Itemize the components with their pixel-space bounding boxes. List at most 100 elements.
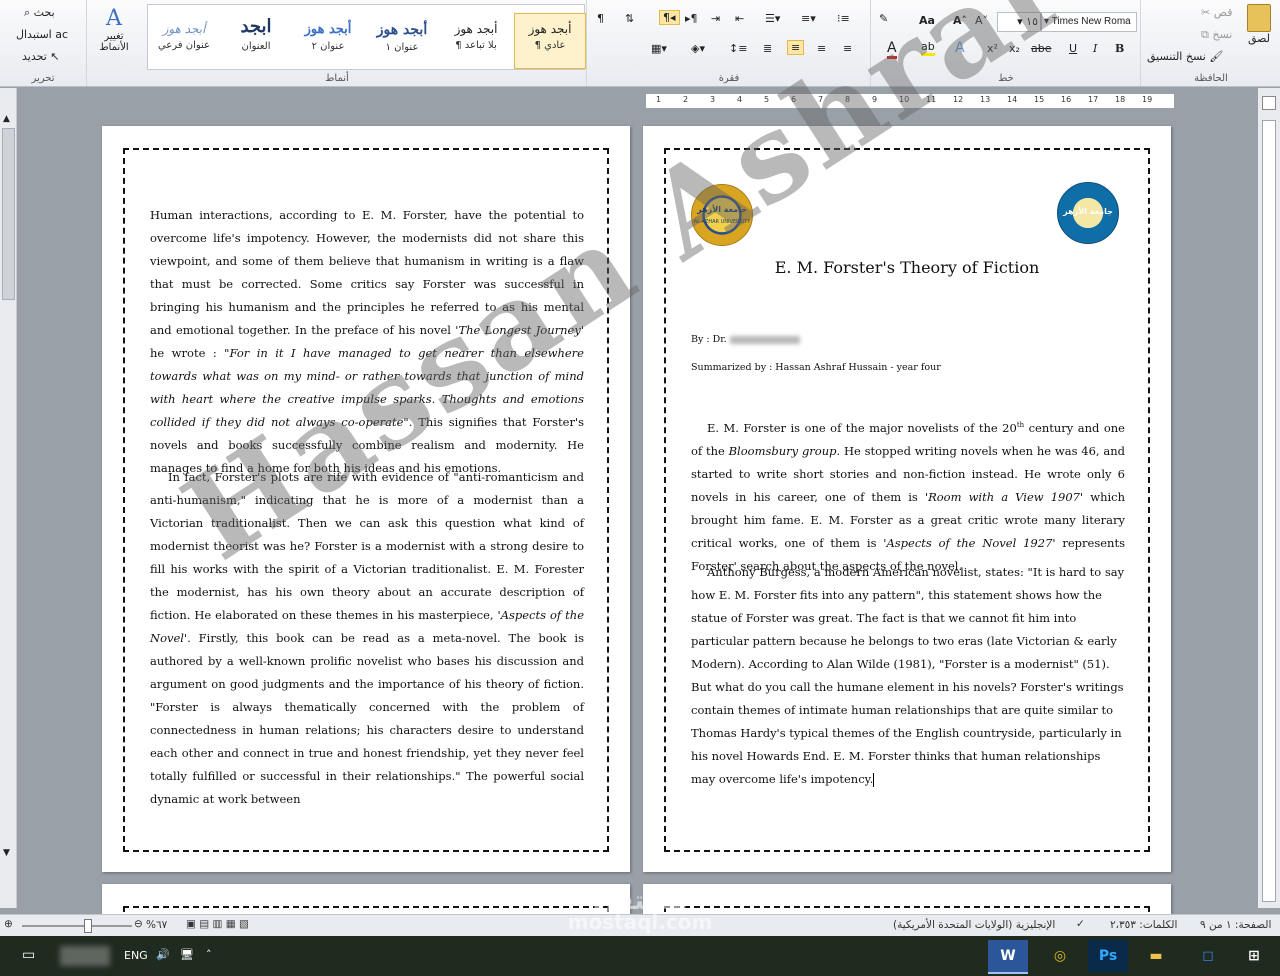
paragraph[interactable]: Human interactions, according to E. M. F… — [150, 204, 584, 480]
ruler-number: 14 — [1007, 95, 1018, 104]
borders-icon[interactable]: ▦▾ — [651, 42, 667, 55]
strikethrough-button[interactable]: abe — [1031, 42, 1052, 55]
page-number[interactable]: الصفحة: ١ من ٩ — [1200, 919, 1271, 931]
ruler-number: 6 — [791, 95, 797, 104]
word-icon[interactable]: W — [988, 940, 1028, 974]
scroll-down-icon[interactable]: ▼ — [3, 848, 10, 858]
style-heading-2[interactable]: أبجد هوز عنوان ٢ — [292, 13, 364, 69]
al-azhar-university-logo: جامعة الأزهر AL-AZHAR UNIVERSITY — [691, 184, 753, 246]
ruler-number: 9 — [872, 95, 878, 104]
scroll-up-icon[interactable]: ▲ — [3, 114, 10, 124]
underline-button[interactable]: U — [1069, 42, 1077, 55]
text-cursor — [873, 773, 875, 787]
cut-button[interactable]: ✂ قص — [1201, 6, 1232, 19]
zoom-out-icon[interactable]: ⊖ — [134, 918, 143, 930]
blurred-clock — [60, 946, 110, 966]
paragraph[interactable]: In fact, Forster's plots are rife with e… — [150, 466, 584, 811]
increase-indent-icon[interactable]: ⇥ — [711, 12, 720, 25]
format-painter-button[interactable]: نسخ التنسيق 🖌 — [1147, 50, 1223, 63]
font-color-icon[interactable]: A — [887, 40, 897, 59]
ruler-number: 19 — [1142, 95, 1153, 104]
tray-chevron-icon[interactable]: ˄ — [206, 948, 212, 961]
highlight-icon[interactable]: ab — [921, 40, 935, 56]
search-icon[interactable]: ◻ — [1188, 940, 1228, 972]
network-icon[interactable]: 🖥 — [180, 948, 194, 961]
word-count[interactable]: الكلمات: ٢،٣٥٣ — [1110, 919, 1177, 931]
style-heading-1[interactable]: أبجد هوز عنوان ١ — [366, 13, 438, 69]
styles-gallery: أبجد هوز ¶ عادي أبجد هوز ¶ بلا تباعد أبجد … — [147, 4, 586, 70]
zoom-slider[interactable] — [22, 925, 132, 927]
document-page-2: Human interactions, according to E. M. F… — [102, 126, 630, 872]
copy-button[interactable]: ⧉ نسخ — [1201, 28, 1232, 42]
justify-icon[interactable]: ≣ — [763, 42, 772, 55]
select-button[interactable]: تحديد ↖ — [22, 50, 60, 63]
paragraph[interactable]: Anthony Burgess, a modern American novel… — [691, 561, 1125, 791]
sort-icon[interactable]: ⇅ — [625, 12, 634, 25]
font-size-select[interactable]: ▾ ١٥ — [997, 12, 1041, 32]
superscript-button[interactable]: x² — [987, 42, 998, 55]
change-case-button[interactable]: Aa — [919, 14, 935, 27]
font-group: ▾ Times New Roma ▾ ١٥ A˄ A˅ Aa ✎ B I U a… — [870, 0, 1141, 86]
clear-format-icon[interactable]: ✎ — [879, 12, 888, 25]
align-center-icon[interactable]: ≡ — [787, 40, 805, 55]
language-switch[interactable]: ENG — [124, 949, 148, 962]
paragraph[interactable]: E. M. Forster is one of the major noveli… — [691, 414, 1125, 578]
style-title[interactable]: ابجد العنوان — [220, 13, 292, 69]
text-effects-icon[interactable]: A — [955, 40, 965, 56]
style-normal[interactable]: أبجد هوز ¶ عادي — [514, 13, 586, 69]
ruler-number: 11 — [926, 95, 937, 104]
bold-button[interactable]: B — [1115, 42, 1124, 55]
ruler-number: 16 — [1061, 95, 1072, 104]
font-name-select[interactable]: ▾ Times New Roma — [1041, 12, 1137, 32]
multilevel-list-icon[interactable]: ☰▾ — [765, 12, 780, 25]
pilcrow-icon[interactable]: ¶ — [597, 12, 604, 25]
notification-icon[interactable]: ▭ — [22, 947, 35, 963]
vertical-scrollbar[interactable]: ▲ ▼ — [0, 88, 17, 908]
blurred-author-name — [729, 335, 800, 344]
ruler-number: 2 — [683, 95, 689, 104]
ruler-number: 7 — [818, 95, 824, 104]
shrink-font-button[interactable]: A˅ — [975, 14, 988, 27]
subscript-button[interactable]: x₂ — [1009, 42, 1020, 55]
document-page-3 — [643, 884, 1171, 928]
ruler-number: 1 — [656, 95, 662, 104]
paragraph-group: ¶ ⇅ ¶◂ ▸¶ ⇥ ⇤ ☰▾ ≡▾ ⁝≡ ▦▾ ◈▾ ↕≡ ≣ ≡ ≡ ≡ … — [586, 0, 871, 86]
ruler-number: 10 — [899, 95, 910, 104]
italic-button[interactable]: I — [1093, 42, 1097, 55]
style-no-spacing[interactable]: أبجد هوز ¶ بلا تباعد — [440, 13, 512, 69]
style-subtitle[interactable]: أبجد هوز عنوان فرعي — [148, 13, 220, 69]
ruler-number: 5 — [764, 95, 770, 104]
volume-icon[interactable]: 🔊 — [156, 948, 170, 961]
zoom-slider-thumb[interactable] — [84, 919, 92, 933]
grow-font-button[interactable]: A˄ — [953, 14, 967, 27]
shading-icon[interactable]: ◈▾ — [691, 42, 705, 55]
photoshop-icon[interactable]: Ps — [1088, 940, 1128, 972]
ruler-number: 18 — [1115, 95, 1126, 104]
ruler-number: 12 — [953, 95, 964, 104]
align-left-icon[interactable]: ≡ — [843, 42, 852, 55]
numbering-icon[interactable]: ≡▾ — [801, 12, 816, 25]
zoom-in-icon[interactable]: ⊕ — [4, 918, 13, 930]
language-indicator[interactable]: الإنجليزية (الولايات المتحدة الأمريكية) — [893, 919, 1055, 931]
view-buttons[interactable]: ▣ ▤ ▥ ▦ ▧ — [186, 918, 249, 930]
document-title: E. M. Forster's Theory of Fiction — [774, 258, 1040, 277]
ruler-toggle-icon[interactable] — [1262, 96, 1276, 110]
replace-button[interactable]: استبدال ac — [16, 28, 68, 41]
scroll-thumb[interactable] — [2, 128, 15, 300]
find-button[interactable]: ⌕ بحث — [24, 6, 55, 20]
paste-button[interactable]: لصق — [1241, 4, 1277, 45]
start-windows-icon[interactable]: ⊞ — [1234, 940, 1274, 972]
zoom-level[interactable]: %٦٧ — [146, 919, 167, 931]
change-styles-button[interactable]: A تغيير الأنماط — [89, 6, 139, 53]
line-spacing-icon[interactable]: ↕≡ — [729, 42, 747, 55]
folder-icon[interactable]: ▬ — [1136, 940, 1176, 972]
rtl-direction-icon[interactable]: ¶◂ — [659, 10, 680, 25]
bullets-icon[interactable]: ⁝≡ — [837, 12, 850, 25]
chrome-icon[interactable]: ◎ — [1040, 940, 1080, 972]
ltr-direction-icon[interactable]: ▸¶ — [685, 12, 698, 25]
clipboard-icon — [1247, 4, 1271, 32]
proofing-icon[interactable]: ✓ — [1076, 918, 1085, 930]
ribbon: لصق ✂ قص ⧉ نسخ نسخ التنسيق 🖌 الحافظة ▾ T… — [0, 0, 1280, 87]
align-right-icon[interactable]: ≡ — [817, 42, 826, 55]
decrease-indent-icon[interactable]: ⇤ — [735, 12, 744, 25]
